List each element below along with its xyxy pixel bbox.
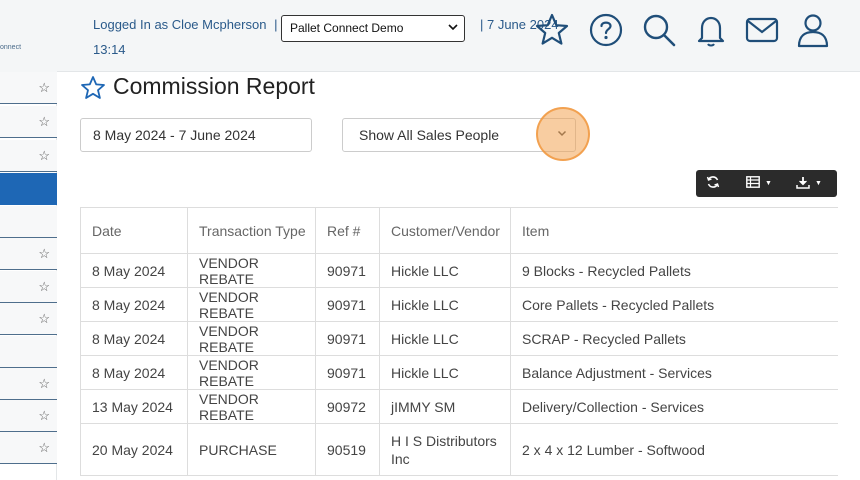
user-icon[interactable] [795, 12, 831, 48]
table-row[interactable]: 8 May 2024 VENDOR REBATE 90971 Hickle LL… [80, 322, 838, 356]
caret-down-icon: ▼ [765, 180, 772, 187]
table-toolbar: ▼ ▼ [696, 170, 837, 197]
export-button[interactable]: ▼ [796, 174, 822, 193]
sidebar: ☆ ☆ ☆ ☆ ☆ ☆ ☆ ☆ ☆ [0, 72, 57, 480]
sidebar-item-11[interactable]: ☆ [0, 400, 57, 432]
sidebar-item-active[interactable] [0, 173, 57, 205]
logged-in-label: Logged In as Cloe Mcpherson [93, 17, 267, 32]
cell-item: Balance Adjustment - Services [510, 356, 838, 389]
table-row[interactable]: 13 May 2024 VENDOR REBATE 90972 jIMMY SM… [80, 390, 838, 424]
favorite-star-icon[interactable]: ☆ [38, 80, 50, 96]
click-indicator [536, 107, 590, 161]
column-header-customer-vendor[interactable]: Customer/Vendor [379, 208, 510, 253]
cell-ref: 90971 [315, 254, 379, 287]
favorite-star-icon[interactable]: ☆ [38, 311, 50, 327]
logo-text: onnect [0, 44, 22, 51]
cell-date: 8 May 2024 [80, 288, 187, 321]
cell-customer-vendor: H I S Distributors Inc [379, 424, 510, 475]
column-header-date[interactable]: Date [80, 208, 187, 253]
table-icon [746, 176, 760, 191]
sales-people-select-value: Show All Sales People [359, 127, 500, 143]
cell-item: 2 x 4 x 12 Lumber - Softwood [510, 424, 838, 475]
cell-customer-vendor: Hickle LLC [379, 288, 510, 321]
favorite-star-icon[interactable]: ☆ [38, 408, 50, 424]
caret-down-icon: ▼ [815, 180, 822, 187]
cell-ref: 90971 [315, 356, 379, 389]
cell-date: 8 May 2024 [80, 356, 187, 389]
favorite-page-star-icon[interactable] [80, 75, 106, 101]
mail-icon[interactable] [744, 12, 780, 48]
page-title: Commission Report [113, 73, 315, 99]
cell-customer-vendor: Hickle LLC [379, 356, 510, 389]
cell-item: Core Pallets - Recycled Pallets [510, 288, 838, 321]
table-row[interactable]: 8 May 2024 VENDOR REBATE 90971 Hickle LL… [80, 356, 838, 390]
date-range-input[interactable]: 8 May 2024 - 7 June 2024 [80, 118, 312, 152]
cell-date: 8 May 2024 [80, 254, 187, 287]
cell-transaction-type: VENDOR REBATE [187, 390, 315, 423]
bell-icon[interactable] [693, 12, 729, 48]
sidebar-item-1[interactable]: ☆ [0, 72, 57, 104]
company-select[interactable]: Pallet Connect Demo [281, 15, 465, 42]
sidebar-item-3[interactable]: ☆ [0, 140, 57, 172]
cell-transaction-type: VENDOR REBATE [187, 322, 315, 355]
cell-item: SCRAP - Recycled Pallets [510, 322, 838, 355]
company-select-value: Pallet Connect Demo [290, 21, 404, 35]
column-header-transaction-type[interactable]: Transaction Type [187, 208, 315, 253]
refresh-button[interactable] [706, 174, 720, 193]
table-row[interactable]: 20 May 2024 PURCHASE 90519 H I S Distrib… [80, 424, 838, 476]
sidebar-item-10[interactable]: ☆ [0, 368, 57, 400]
help-icon[interactable] [588, 12, 624, 48]
table-row[interactable]: 8 May 2024 VENDOR REBATE 90971 Hickle LL… [80, 254, 838, 288]
download-icon [796, 176, 810, 192]
cell-customer-vendor: jIMMY SM [379, 390, 510, 423]
header-separator: | [274, 17, 278, 32]
refresh-icon [706, 175, 720, 192]
cell-ref: 90971 [315, 322, 379, 355]
commission-table: Date Transaction Type Ref # Customer/Ven… [80, 207, 838, 476]
cell-customer-vendor: Hickle LLC [379, 322, 510, 355]
sidebar-item-9[interactable] [0, 336, 57, 368]
favorite-star-icon[interactable]: ☆ [38, 376, 50, 392]
logged-in-text: Logged In as Cloe Mcpherson | [93, 17, 277, 32]
cell-transaction-type: VENDOR REBATE [187, 356, 315, 389]
cell-date: 13 May 2024 [80, 390, 187, 423]
favorite-star-icon[interactable]: ☆ [38, 148, 50, 164]
cell-item: 9 Blocks - Recycled Pallets [510, 254, 838, 287]
sidebar-item-7[interactable]: ☆ [0, 271, 57, 303]
cell-transaction-type: PURCHASE [187, 424, 315, 475]
top-bar: onnect Logged In as Cloe Mcpherson | Pal… [0, 0, 860, 72]
sidebar-item-12[interactable]: ☆ [0, 432, 57, 464]
cell-ref: 90971 [315, 288, 379, 321]
favorite-star-icon[interactable]: ☆ [38, 440, 50, 456]
cell-transaction-type: VENDOR REBATE [187, 288, 315, 321]
cell-transaction-type: VENDOR REBATE [187, 254, 315, 287]
sidebar-item-6[interactable]: ☆ [0, 238, 57, 270]
header-time: 13:14 [93, 42, 126, 57]
chevron-down-icon [448, 22, 458, 35]
column-header-ref[interactable]: Ref # [315, 208, 379, 253]
table-header-row: Date Transaction Type Ref # Customer/Ven… [80, 208, 838, 254]
logo-area[interactable]: onnect [0, 0, 57, 72]
sidebar-item-5[interactable] [0, 206, 57, 238]
column-header-item[interactable]: Item [510, 208, 838, 253]
star-icon[interactable] [534, 12, 570, 48]
favorite-star-icon[interactable]: ☆ [38, 114, 50, 130]
cell-ref: 90972 [315, 390, 379, 423]
favorite-star-icon[interactable]: ☆ [38, 246, 50, 262]
sidebar-item-2[interactable]: ☆ [0, 106, 57, 138]
cell-date: 20 May 2024 [80, 424, 187, 475]
table-row[interactable]: 8 May 2024 VENDOR REBATE 90971 Hickle LL… [80, 288, 838, 322]
cell-ref: 90519 [315, 424, 379, 475]
columns-button[interactable]: ▼ [746, 174, 772, 193]
search-icon[interactable] [641, 12, 677, 48]
cell-date: 8 May 2024 [80, 322, 187, 355]
sidebar-item-8[interactable]: ☆ [0, 303, 57, 335]
cell-customer-vendor: Hickle LLC [379, 254, 510, 287]
favorite-star-icon[interactable]: ☆ [38, 279, 50, 295]
cell-item: Delivery/Collection - Services [510, 390, 838, 423]
